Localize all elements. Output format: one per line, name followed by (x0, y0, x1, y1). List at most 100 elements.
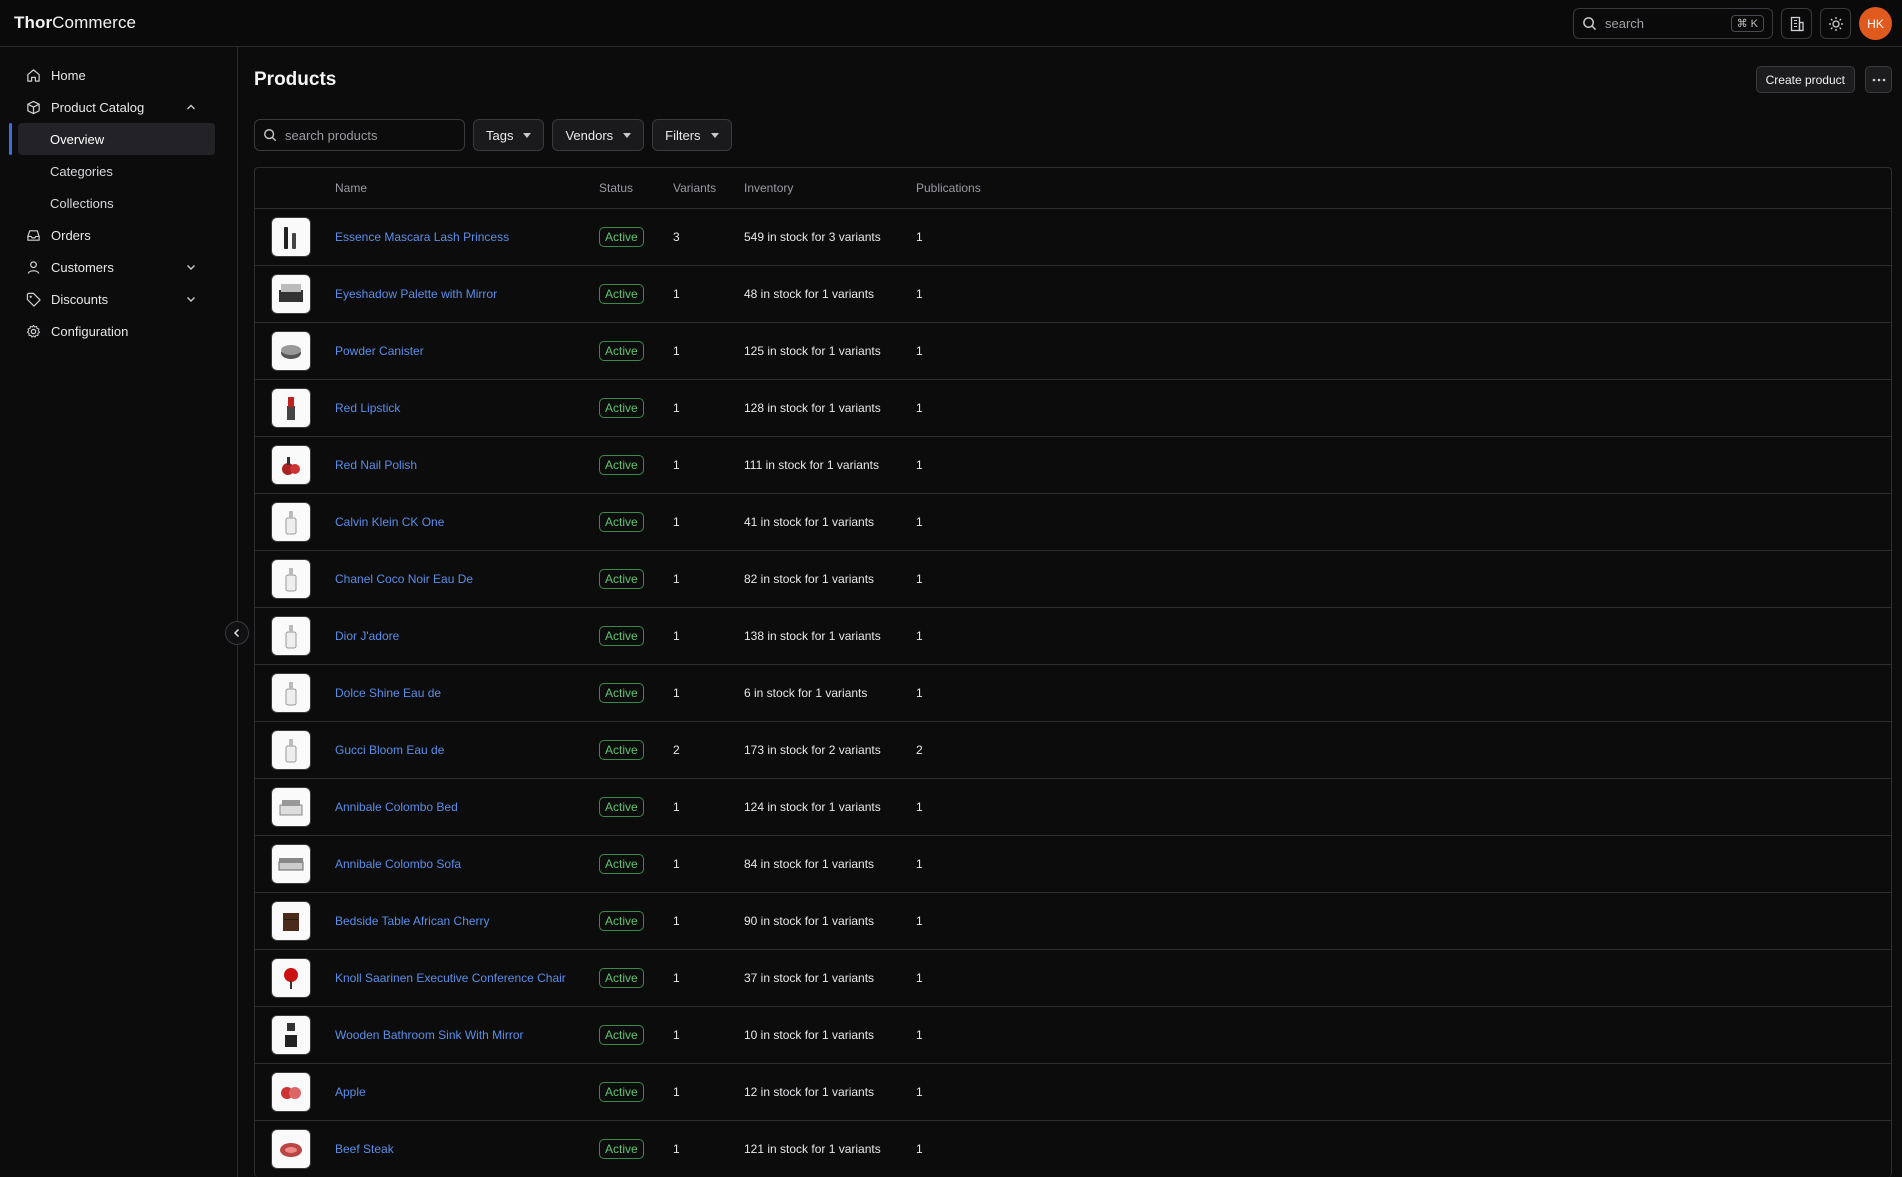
status-badge: Active (599, 1025, 644, 1045)
product-thumbnail[interactable] (271, 1072, 311, 1112)
product-thumbnail[interactable] (271, 274, 311, 314)
sidebar-item-orders[interactable]: Orders (0, 219, 237, 251)
table-row[interactable]: Dior J'adore Active 1 138 in stock for 1 va… (255, 608, 1891, 665)
table-row[interactable]: Eyeshadow Palette with Mirror Active 1 48 i… (255, 266, 1891, 323)
row-publications-cell: 1 (916, 686, 923, 700)
brand-logo[interactable]: ThorCommerce (14, 13, 136, 33)
product-name-link[interactable]: Dolce Shine Eau de (335, 686, 441, 700)
header-variants[interactable]: Variants (673, 181, 744, 195)
more-actions-button[interactable] (1865, 66, 1892, 93)
vendors-filter-button[interactable]: Vendors (552, 119, 645, 151)
table-row[interactable]: Beef Steak Active 1 121 in stock for 1 vari… (255, 1121, 1891, 1177)
product-name-link[interactable]: Chanel Coco Noir Eau De (335, 572, 473, 586)
status-badge: Active (599, 455, 644, 475)
table-row[interactable]: Powder Canister Active 1 125 in stock for 1… (255, 323, 1891, 380)
status-badge: Active (599, 341, 644, 361)
product-name-link[interactable]: Essence Mascara Lash Princess (335, 230, 509, 244)
row-image-cell (255, 559, 335, 599)
product-name-link[interactable]: Eyeshadow Palette with Mirror (335, 287, 497, 301)
row-status-cell: Active (599, 1139, 673, 1159)
sidebar-item-discounts[interactable]: Discounts (0, 283, 237, 315)
table-row[interactable]: Knoll Saarinen Executive Conference Chai… (255, 950, 1891, 1007)
box-icon (27, 100, 40, 114)
sidebar-item-configuration[interactable]: Configuration (0, 315, 237, 347)
global-search[interactable]: search ⌘ K (1573, 8, 1773, 39)
product-name-link[interactable]: Wooden Bathroom Sink With Mirror (335, 1028, 524, 1042)
header-inventory[interactable]: Inventory (744, 181, 916, 195)
product-thumbnail[interactable] (271, 616, 311, 656)
row-inventory-cell: 12 in stock for 1 variants (744, 1085, 875, 1099)
product-name-link[interactable]: Dior J'adore (335, 629, 399, 643)
table-row[interactable]: Annibale Colombo Sofa Active 1 84 in stock … (255, 836, 1891, 893)
product-name-link[interactable]: Bedside Table African Cherry (335, 914, 490, 928)
table-row[interactable]: Red Nail Polish Active 1 111 in stock for 1… (255, 437, 1891, 494)
table-row[interactable]: Chanel Coco Noir Eau De Active 1 82 in stoc… (255, 551, 1891, 608)
product-thumbnail[interactable] (271, 388, 311, 428)
sidebar-subitem-overview[interactable]: Overview (9, 123, 215, 155)
product-name-link[interactable]: Powder Canister (335, 344, 424, 358)
row-inventory-cell: 138 in stock for 1 variants (744, 629, 881, 643)
product-name-link[interactable]: Red Nail Polish (335, 458, 417, 472)
row-inventory-cell: 125 in stock for 1 variants (744, 344, 881, 358)
row-status-cell: Active (599, 341, 673, 361)
table-row[interactable]: Apple Active 1 12 in stock for 1 variants 1 (255, 1064, 1891, 1121)
product-thumbnail[interactable] (271, 1129, 311, 1169)
product-name-link[interactable]: Gucci Bloom Eau de (335, 743, 444, 757)
table-row[interactable]: Wooden Bathroom Sink With Mirror Active 1 1… (255, 1007, 1891, 1064)
product-name-link[interactable]: Knoll Saarinen Executive Conference Chai… (335, 971, 566, 985)
table-row[interactable]: Essence Mascara Lash Princess Active 3 549 … (255, 209, 1891, 266)
product-thumbnail[interactable] (271, 958, 311, 998)
row-name-cell: Annibale Colombo Sofa (335, 857, 599, 871)
row-image-cell (255, 616, 335, 656)
product-name-link[interactable]: Annibale Colombo Bed (335, 800, 458, 814)
filters-button[interactable]: Filters (652, 119, 732, 151)
sidebar-item-home[interactable]: Home (0, 59, 237, 91)
product-thumbnail[interactable] (271, 502, 311, 542)
tags-filter-button[interactable]: Tags (473, 119, 545, 151)
header-status[interactable]: Status (599, 181, 673, 195)
product-thumbnail[interactable] (271, 559, 311, 599)
product-name-link[interactable]: Red Lipstick (335, 401, 400, 415)
sidebar-item-customers[interactable]: Customers (0, 251, 237, 283)
building-button[interactable] (1781, 8, 1812, 39)
theme-toggle-button[interactable] (1820, 8, 1851, 39)
header-publications[interactable]: Publications (916, 181, 1036, 195)
sidebar-item-label: Customers (51, 259, 114, 275)
product-thumbnail[interactable] (271, 673, 311, 713)
row-variants-cell: 1 (673, 1085, 680, 1099)
row-status-cell: Active (599, 284, 673, 304)
row-publications-cell: 1 (916, 401, 923, 415)
sidebar-item-product-catalog[interactable]: Product Catalog (0, 91, 237, 123)
product-thumbnail[interactable] (271, 331, 311, 371)
product-thumbnail[interactable] (271, 730, 311, 770)
header-name[interactable]: Name (335, 181, 599, 195)
product-thumbnail[interactable] (271, 1015, 311, 1055)
product-search-placeholder: search products (285, 127, 378, 143)
product-thumbnail[interactable] (271, 901, 311, 941)
table-row[interactable]: Dolce Shine Eau de Active 1 6 in stock for … (255, 665, 1891, 722)
bed-thumb (279, 800, 303, 816)
product-thumbnail[interactable] (271, 217, 311, 257)
product-thumbnail[interactable] (271, 445, 311, 485)
product-name-link[interactable]: Calvin Klein CK One (335, 515, 444, 529)
product-thumbnail[interactable] (271, 787, 311, 827)
table-row[interactable]: Bedside Table African Cherry Active 1 90 in… (255, 893, 1891, 950)
row-image-cell (255, 502, 335, 542)
table-row[interactable]: Annibale Colombo Bed Active 1 124 in stock … (255, 779, 1891, 836)
product-thumbnail[interactable] (271, 844, 311, 884)
product-name-link[interactable]: Beef Steak (335, 1142, 394, 1156)
row-image-cell (255, 1072, 335, 1112)
user-avatar[interactable]: HK (1859, 7, 1892, 40)
table-row[interactable]: Red Lipstick Active 1 128 in stock for 1 va… (255, 380, 1891, 437)
table-row[interactable]: Calvin Klein CK One Active 1 41 in stock fo… (255, 494, 1891, 551)
sidebar-subitem-collections[interactable]: Collections (0, 187, 237, 219)
create-product-button[interactable]: Create product (1755, 66, 1855, 93)
sidebar-subitem-categories[interactable]: Categories (0, 155, 237, 187)
product-search-input[interactable]: search products (254, 119, 465, 151)
status-badge: Active (599, 569, 644, 589)
product-name-link[interactable]: Apple (335, 1085, 366, 1099)
product-name-link[interactable]: Annibale Colombo Sofa (335, 857, 461, 871)
perfume-thumb (285, 739, 297, 763)
table-row[interactable]: Gucci Bloom Eau de Active 2 173 in stock fo… (255, 722, 1891, 779)
row-inventory-cell: 173 in stock for 2 variants (744, 743, 881, 757)
